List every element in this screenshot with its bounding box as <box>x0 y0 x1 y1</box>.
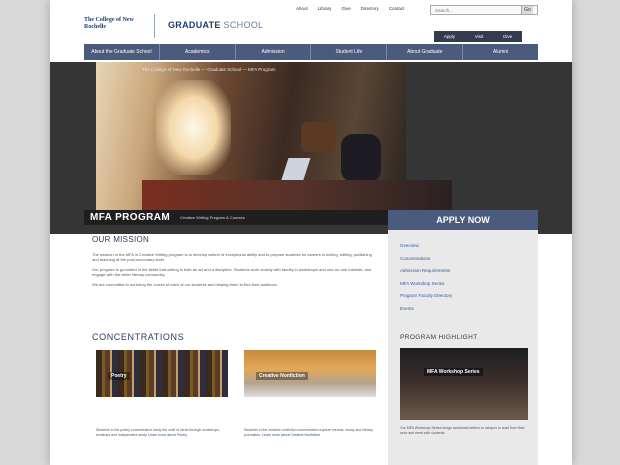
school-name-main: GRADUATE <box>168 20 221 30</box>
hero-figure <box>301 122 335 152</box>
concentration-card-label: Poetry <box>108 372 130 380</box>
nav-item-about-graduate-school[interactable]: About the Graduate School <box>84 44 160 60</box>
mission-text: The mission of the MFA in Creative Writi… <box>92 252 377 291</box>
school-name-suffix: SCHOOL <box>223 20 264 30</box>
search-button[interactable]: Go <box>521 6 533 14</box>
logo-divider <box>154 14 155 38</box>
school-name[interactable]: GRADUATE SCHOOL <box>168 20 263 30</box>
highlight-heading: PROGRAM HIGHLIGHT <box>400 334 478 341</box>
college-logo[interactable]: The College of New Rochelle <box>84 17 144 31</box>
program-title-bar: MFA PROGRAM Creative Writing Program & C… <box>84 210 388 225</box>
nav-item-student-life[interactable]: Student Life <box>311 44 388 60</box>
hero-floor <box>142 180 452 212</box>
utility-link-directory[interactable]: Directory <box>361 6 379 11</box>
sidebar-link-concentrations[interactable]: Concentrations <box>400 253 452 266</box>
sidebar-links: Overview Concentrations Admission Requir… <box>400 240 452 315</box>
main-content: OUR MISSION The mission of the MFA in Cr… <box>84 232 388 465</box>
nav-item-admission[interactable]: Admission <box>236 44 312 60</box>
utility-link-contact[interactable]: Contact <box>389 6 405 11</box>
mission-paragraph: Our program is grounded in the belief th… <box>92 266 372 278</box>
search-box: Go <box>430 5 538 15</box>
concentration-link-nonfiction[interactable]: Learn more about Creative Nonfiction <box>262 433 320 437</box>
nav-item-alumni[interactable]: Alumni <box>463 44 538 60</box>
sidebar-link-faculty-directory[interactable]: Program Faculty Directory <box>400 290 452 303</box>
utility-link-about[interactable]: About <box>296 6 308 11</box>
concentration-link-poetry[interactable]: Learn more about Poetry <box>148 433 187 437</box>
hero-window-light <box>156 80 231 175</box>
concentration-card-nonfiction[interactable]: Creative Nonfiction <box>244 350 376 397</box>
mission-paragraph: The mission of the MFA in Creative Writi… <box>92 252 372 263</box>
sidebar-link-events[interactable]: Events <box>400 303 452 316</box>
utility-nav: About Library Give Directory Contact <box>296 6 404 11</box>
program-title: MFA PROGRAM <box>90 212 171 223</box>
hero-banner: The College of New Rochelle — Graduate S… <box>50 62 572 234</box>
apply-now-button[interactable]: APPLY NOW <box>388 210 538 230</box>
nav-item-academics[interactable]: Academics <box>160 44 236 60</box>
nav-item-about-graduate[interactable]: About Graduate <box>387 44 464 60</box>
highlight-caption: MFA Workshop Series <box>424 368 483 376</box>
concentration-desc: Students in the creative nonfiction conc… <box>244 428 376 438</box>
sidebar-link-workshop-series[interactable]: MFA Workshop Series <box>400 278 452 291</box>
hero-photo: The College of New Rochelle — Graduate S… <box>96 62 452 212</box>
mission-paragraph: We are committed to nurturing the voices… <box>92 281 278 287</box>
page: The College of New Rochelle GRADUATE SCH… <box>50 0 572 465</box>
sidebar-link-admission-requirements[interactable]: Admission Requirements <box>400 265 452 278</box>
mission-heading: OUR MISSION <box>92 235 150 244</box>
program-subtitle: Creative Writing Program & Courses <box>180 215 245 220</box>
sidebar: Overview Concentrations Admission Requir… <box>388 230 538 465</box>
hero-caption: The College of New Rochelle — Graduate S… <box>142 67 276 72</box>
main-nav: About the Graduate School Academics Admi… <box>84 44 538 60</box>
concentration-card-label: Creative Nonfiction <box>256 372 308 380</box>
concentration-card-poetry[interactable]: Poetry <box>96 350 228 397</box>
give-bar-give[interactable]: Give <box>503 34 512 39</box>
give-bar: Apply Visit Give <box>434 31 522 42</box>
concentration-desc: Students in the poetry concentration stu… <box>96 428 228 438</box>
give-bar-visit[interactable]: Visit <box>475 34 483 39</box>
search-input[interactable] <box>431 7 521 13</box>
sidebar-link-overview[interactable]: Overview <box>400 240 452 253</box>
highlight-image[interactable]: MFA Workshop Series <box>400 348 528 420</box>
utility-link-give[interactable]: Give <box>342 6 351 11</box>
utility-link-library[interactable]: Library <box>318 6 332 11</box>
give-bar-apply[interactable]: Apply <box>444 34 455 39</box>
hero-figure <box>341 134 381 182</box>
highlight-desc: Our MFA Workshop Series brings acclaimed… <box>400 426 525 435</box>
concentrations-heading: CONCENTRATIONS <box>92 332 185 342</box>
